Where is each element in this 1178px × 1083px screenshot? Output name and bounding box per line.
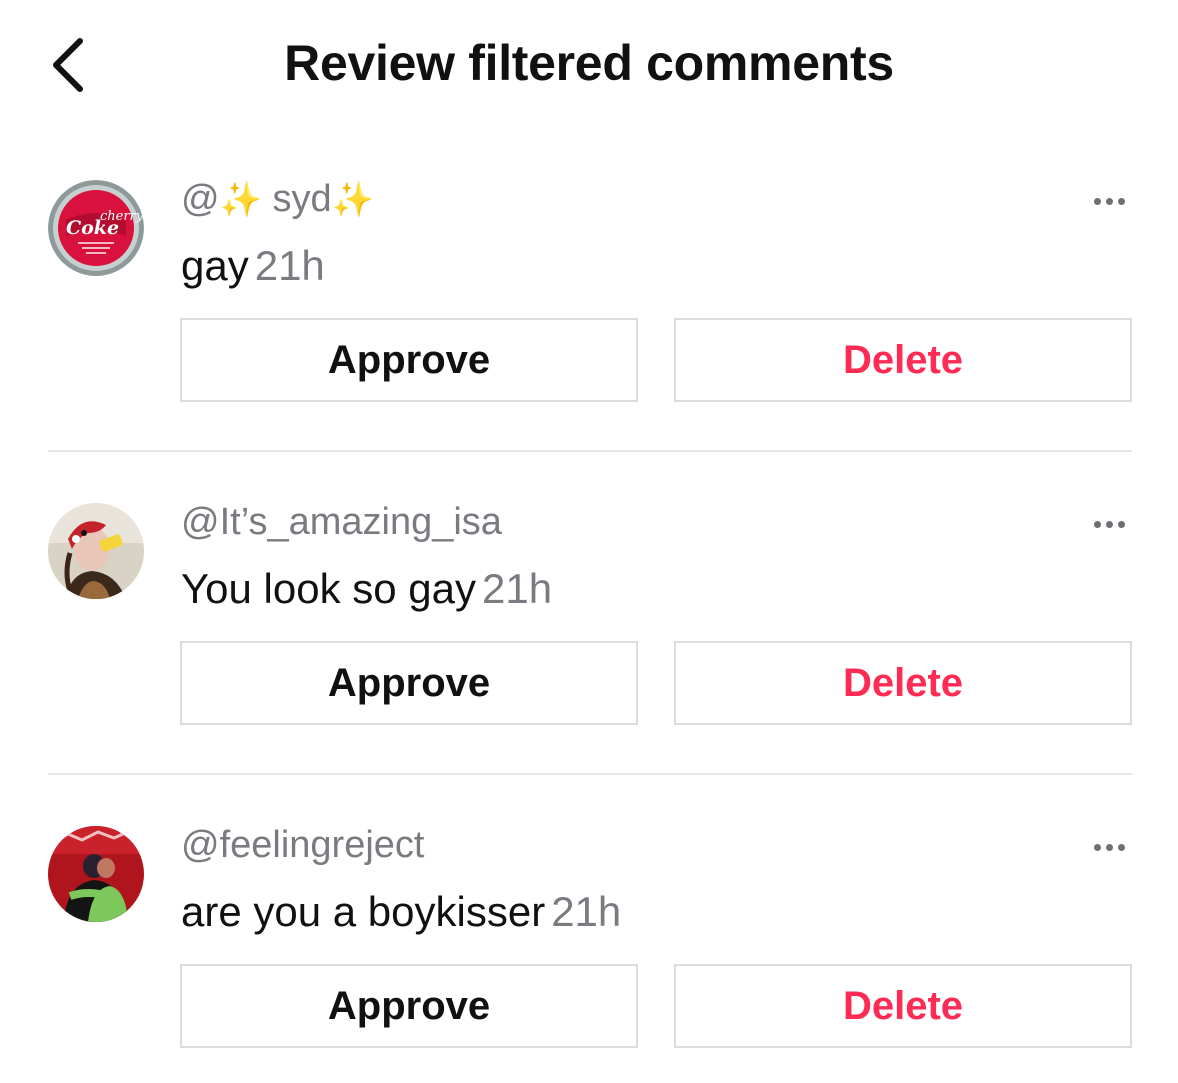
cherry-coke-bottle-cap-avatar: cherry Coke — [48, 180, 144, 276]
delete-button[interactable]: Delete — [674, 964, 1132, 1048]
header: Review filtered comments — [0, 0, 1178, 130]
more-dots-icon — [1093, 520, 1101, 528]
more-dots-icon-dot — [1117, 843, 1125, 851]
comment-timestamp: 21h — [254, 242, 325, 289]
more-dots-icon — [1093, 843, 1101, 851]
review-filtered-comments-page: Review filtered comments cherry Coke @✨ … — [0, 0, 1178, 1083]
more-dots-icon-dot — [1105, 843, 1113, 851]
approve-button[interactable]: Approve — [180, 964, 638, 1048]
more-options-button[interactable] — [1082, 834, 1136, 860]
avatar[interactable]: cherry Coke — [48, 180, 144, 276]
avatar-logo-text: Coke — [66, 217, 119, 239]
hug-photo-avatar — [48, 826, 144, 922]
sparkles-icon: ✨ — [219, 181, 262, 219]
comment-item: @It’s_amazing_isa You look so gay 21h App… — [0, 473, 1178, 795]
comment-body: You look so gay — [181, 565, 477, 612]
comment-body: are you a boykisser — [181, 888, 546, 935]
comment-text: You look so gay 21h — [181, 565, 552, 613]
username-text: syd — [272, 178, 332, 220]
avatar[interactable] — [48, 503, 144, 599]
comment-timestamp: 21h — [551, 888, 622, 935]
more-dots-icon-dot — [1105, 520, 1113, 528]
comment-username[interactable]: @It’s_amazing_isa — [181, 501, 502, 544]
divider — [48, 450, 1132, 452]
sparkles-icon: ✨ — [331, 181, 374, 219]
delete-button[interactable]: Delete — [674, 318, 1132, 402]
divider — [48, 773, 1132, 775]
selfie-photo-avatar — [48, 503, 144, 599]
more-dots-icon-dot — [1117, 197, 1125, 205]
more-dots-icon-dot — [1117, 520, 1125, 528]
comment-username[interactable]: @feelingreject — [181, 824, 424, 867]
comment-body: gay — [181, 242, 249, 289]
more-dots-icon — [1093, 197, 1101, 205]
approve-button[interactable]: Approve — [180, 318, 638, 402]
more-options-button[interactable] — [1082, 511, 1136, 537]
comment-timestamp: 21h — [482, 565, 553, 612]
comment-item: cherry Coke @✨ syd✨ gay 21h Approve Delet… — [0, 150, 1178, 472]
page-title: Review filtered comments — [284, 35, 894, 91]
comment-item: @feelingreject are you a boykisser 21h Ap… — [0, 796, 1178, 1083]
more-options-button[interactable] — [1082, 188, 1136, 214]
delete-button[interactable]: Delete — [674, 641, 1132, 725]
comment-username[interactable]: @✨ syd✨ — [181, 178, 374, 221]
username-at: @ — [181, 178, 220, 220]
comment-text: are you a boykisser 21h — [181, 888, 621, 936]
avatar[interactable] — [48, 826, 144, 922]
comment-text: gay 21h — [181, 242, 325, 290]
approve-button[interactable]: Approve — [180, 641, 638, 725]
more-dots-icon-dot — [1105, 197, 1113, 205]
